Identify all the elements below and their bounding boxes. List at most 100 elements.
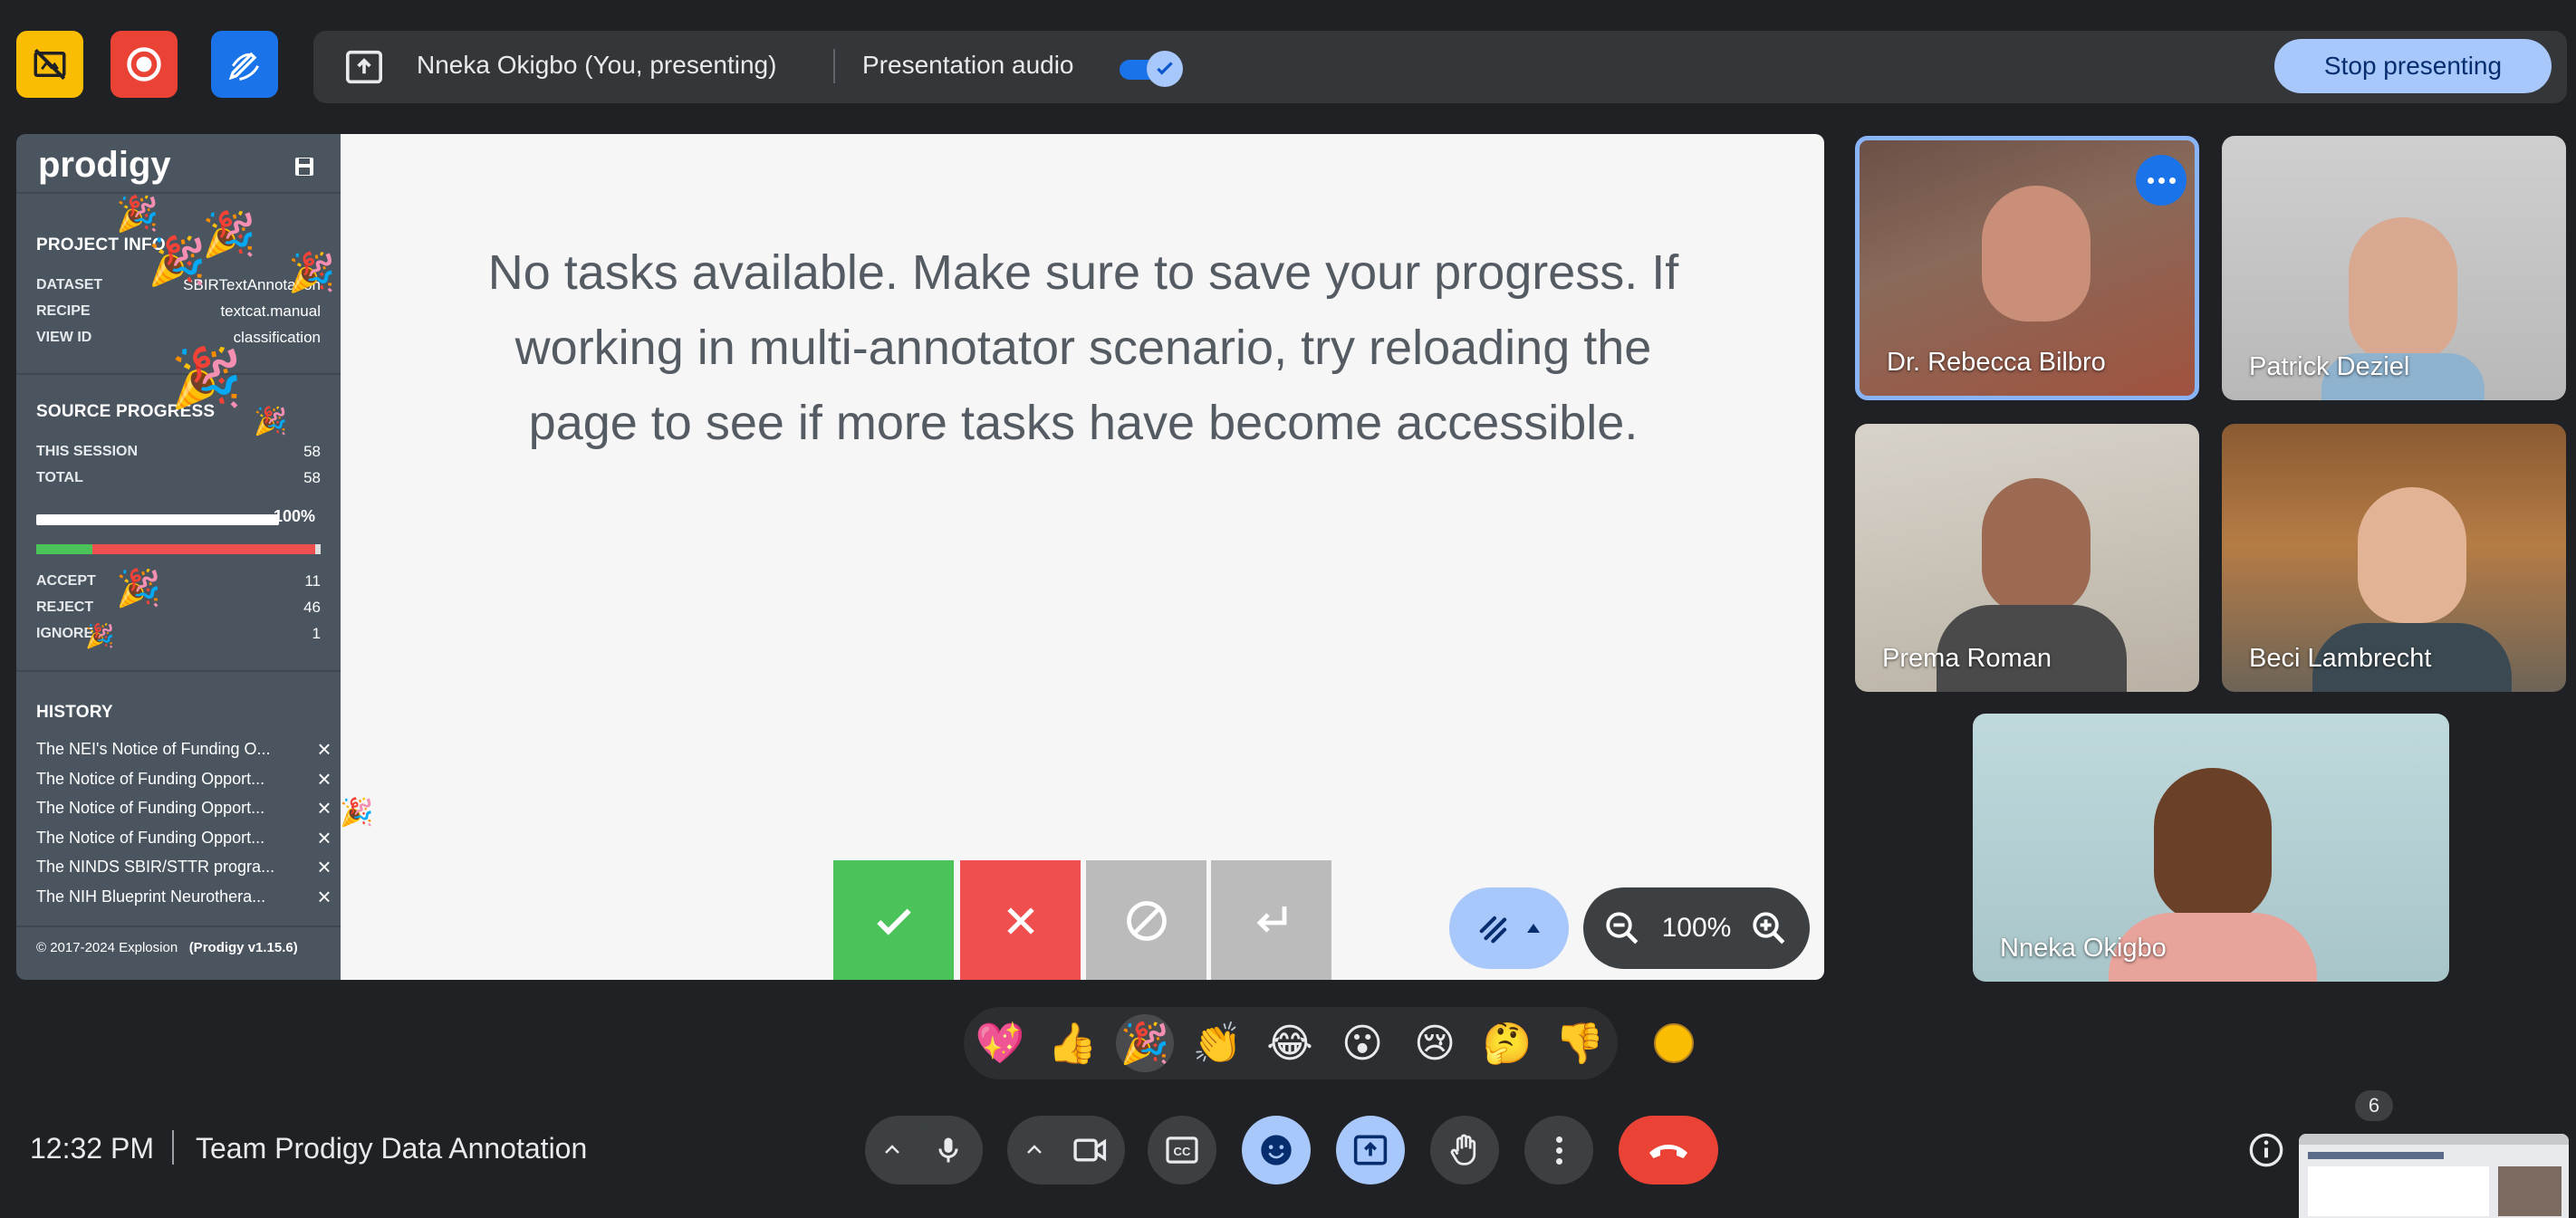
participant-name: Beci Lambrecht (2249, 644, 2432, 673)
close-icon[interactable]: × (313, 826, 335, 849)
participant-tile[interactable]: Patrick Deziel (2222, 136, 2566, 400)
zoom-in-icon (1753, 912, 1785, 945)
history-item[interactable]: The Notice of Funding Opport... × (36, 765, 335, 792)
heart-icon[interactable]: 💖 (971, 1014, 1029, 1072)
reactions-button[interactable] (1242, 1116, 1311, 1184)
return-icon (1256, 906, 1286, 933)
close-icon[interactable]: × (313, 885, 335, 908)
progress-row-session: THIS SESSION 58 (36, 443, 321, 460)
hand-icon (1450, 1134, 1476, 1165)
camera-icon (1073, 1138, 1107, 1162)
history-heading: HISTORY (36, 703, 113, 722)
presentation-audio-toggle[interactable] (1120, 51, 1185, 87)
accept-button[interactable] (833, 860, 954, 980)
thumbs-up-icon[interactable]: 👍 (1043, 1014, 1101, 1072)
more-vertical-icon (1555, 1136, 1562, 1165)
raise-hand-button[interactable] (1430, 1116, 1499, 1184)
thumbs-down-icon[interactable]: 👎 (1551, 1014, 1609, 1072)
participant-tile[interactable]: Dr. Rebecca Bilbro (1855, 136, 2199, 400)
progress-bar (36, 514, 279, 525)
camera-button[interactable] (1056, 1116, 1125, 1184)
microphone-button[interactable] (914, 1116, 983, 1184)
clapping-icon[interactable]: 👏 (1188, 1014, 1246, 1072)
more-options-button[interactable] (2136, 155, 2187, 206)
zoom-out-button[interactable] (1603, 909, 1641, 947)
info-icon (2249, 1133, 2283, 1167)
close-icon[interactable]: × (313, 737, 335, 761)
emoji-icon (1261, 1135, 1292, 1165)
chevron-up-icon[interactable] (881, 1139, 903, 1161)
zoom-out-icon (1606, 912, 1639, 945)
thinking-icon[interactable]: 🤔 (1478, 1014, 1536, 1072)
hide-annotations-button[interactable] (16, 31, 83, 98)
no-annotation-icon (34, 48, 66, 81)
check-icon (1147, 51, 1183, 87)
presenter-label: Nneka Okigbo (You, presenting) (417, 51, 777, 79)
avatar (2349, 217, 2457, 362)
hang-up-icon (1649, 1145, 1687, 1158)
history-item[interactable]: The Notice of Funding Opport... × (36, 794, 335, 821)
confetti-icon: 🎉 (148, 235, 207, 289)
avatar (2154, 768, 2272, 922)
annotate-button[interactable] (211, 31, 278, 98)
close-icon (1006, 907, 1034, 935)
microphone-icon (938, 1137, 958, 1163)
avatar (2358, 487, 2466, 623)
close-icon[interactable]: × (313, 767, 335, 791)
caret-up-icon (1527, 924, 1540, 933)
record-icon (127, 47, 161, 82)
avatar (1982, 186, 2091, 321)
save-icon[interactable] (293, 156, 315, 177)
participant-tile[interactable]: Beci Lambrecht (2222, 424, 2566, 692)
history-item[interactable]: The NEI's Notice of Funding O... × (36, 735, 335, 762)
no-tasks-message: No tasks available. Make sure to save yo… (487, 245, 1679, 450)
present-screen-icon (1353, 1135, 1388, 1165)
party-popper-icon[interactable]: 🎉 (1116, 1014, 1174, 1072)
surprised-icon[interactable]: 😮 (1333, 1014, 1391, 1072)
participant-tile[interactable]: Nneka Okigbo (1973, 714, 2449, 982)
confetti-icon: 🎉 (254, 406, 288, 437)
laughing-icon[interactable]: 😂 (1261, 1014, 1319, 1072)
history-item[interactable]: The NINDS SBIR/STTR progra... × (36, 853, 335, 880)
meeting-title: Team Prodigy Data Annotation (196, 1132, 588, 1165)
ignore-button[interactable] (1086, 860, 1206, 980)
leave-call-button[interactable] (1619, 1116, 1718, 1184)
reject-button[interactable] (960, 860, 1081, 980)
pointer-tools-button[interactable] (1449, 887, 1569, 969)
crying-icon[interactable]: 😢 (1406, 1014, 1464, 1072)
project-info-heading: PROJECT INFO (36, 235, 166, 254)
skin-tone-button[interactable] (1654, 1023, 1694, 1063)
close-icon[interactable]: × (313, 855, 335, 878)
record-button[interactable] (111, 31, 178, 98)
self-view-thumbnail[interactable] (2299, 1134, 2569, 1218)
check-icon (876, 908, 911, 935)
captions-button[interactable]: CC (1148, 1116, 1216, 1184)
confetti-icon: 🎉 (116, 194, 159, 234)
microphone-control (865, 1116, 983, 1184)
svg-text:CC: CC (1174, 1145, 1191, 1158)
participant-tile[interactable]: Prema Roman (1855, 424, 2199, 692)
participant-name: Dr. Rebecca Bilbro (1887, 348, 2106, 377)
chevron-up-icon[interactable] (1024, 1139, 1045, 1161)
divider (833, 49, 835, 83)
zoom-control: 100% (1583, 887, 1810, 969)
footer: © 2017-2024 Explosion (Prodigy v1.15.6) (36, 940, 298, 955)
history-item[interactable]: The NIH Blueprint Neurothera... × (36, 883, 335, 910)
undo-button[interactable] (1211, 860, 1331, 980)
confetti-icon: 🎉 (202, 209, 256, 260)
confetti-icon: 🎉 (85, 623, 115, 650)
zoom-level: 100% (1661, 913, 1732, 943)
stop-presenting-button[interactable]: Stop presenting (2274, 39, 2552, 93)
history-item[interactable]: The Notice of Funding Opport... × (36, 824, 335, 851)
prodigy-logo: prodigy (38, 145, 171, 185)
participant-name: Nneka Okigbo (2000, 934, 2167, 963)
ignore-icon (1126, 901, 1167, 941)
more-options-button[interactable] (1524, 1116, 1593, 1184)
close-icon[interactable]: × (313, 796, 335, 820)
participant-name: Prema Roman (1882, 644, 2052, 673)
zoom-in-button[interactable] (1750, 909, 1788, 947)
meeting-info-button[interactable] (2248, 1132, 2284, 1168)
pen-icon (228, 52, 259, 81)
info-row-recipe: RECIPE textcat.manual (36, 302, 321, 320)
present-button[interactable] (1336, 1116, 1405, 1184)
